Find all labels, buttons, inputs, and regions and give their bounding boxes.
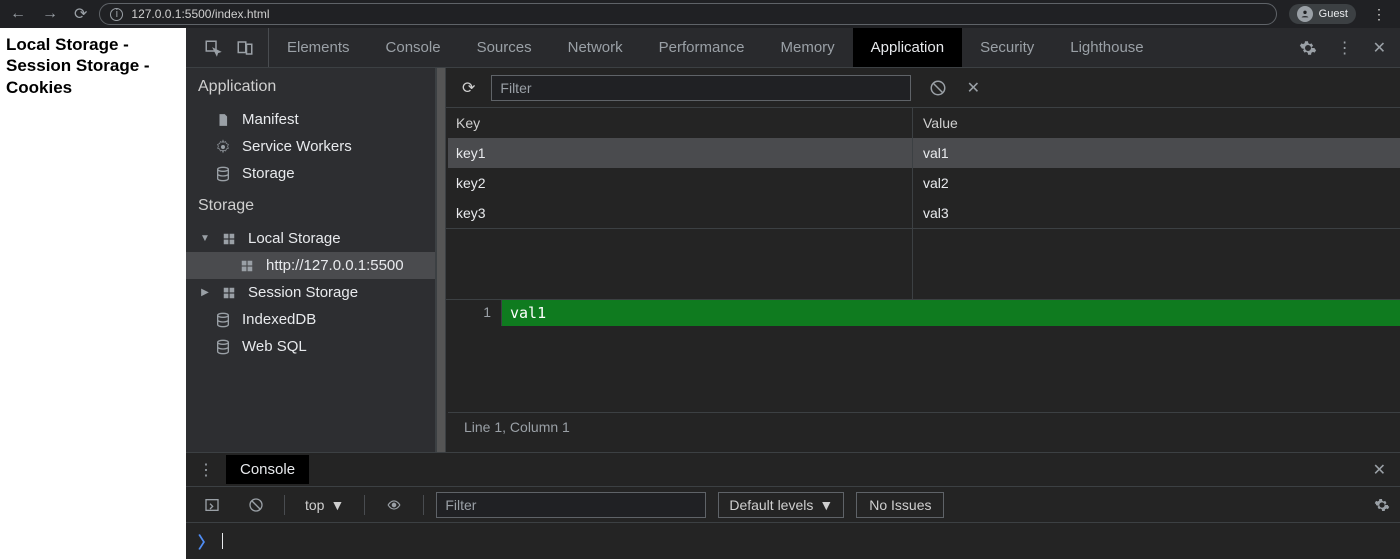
sidebar-item-storage[interactable]: Storage xyxy=(186,160,435,187)
storage-main-pane: ⟳ Filter ✕ Key Value xyxy=(436,68,1400,452)
header-key[interactable]: Key xyxy=(448,108,913,138)
table-header: Key Value xyxy=(448,108,1400,138)
editor-status: Line 1, Column 1 xyxy=(448,412,1400,441)
sidebar-item-manifest[interactable]: Manifest xyxy=(186,106,435,133)
issues-button[interactable]: No Issues xyxy=(856,492,944,518)
tab-application[interactable]: Application xyxy=(853,28,962,67)
database-icon xyxy=(214,312,232,328)
browser-toolbar: ← → ⟳ i 127.0.0.1:5500/index.html Guest … xyxy=(0,0,1400,28)
sidebar-section-storage: Storage xyxy=(186,187,435,225)
table-row[interactable]: key3 val3 xyxy=(448,198,1400,228)
address-bar[interactable]: i 127.0.0.1:5500/index.html xyxy=(99,3,1276,25)
sidebar-section-application: Application xyxy=(186,68,435,106)
log-levels-selector[interactable]: Default levels ▼ xyxy=(718,492,844,518)
prompt-icon: 〉 xyxy=(198,529,214,553)
grid-icon xyxy=(220,286,238,300)
sidebar-item-local-storage[interactable]: ▼ Local Storage xyxy=(186,225,435,252)
sidebar-item-service-workers[interactable]: Service Workers xyxy=(186,133,435,160)
forward-icon[interactable]: → xyxy=(42,5,58,23)
devtools-tabstrip: Elements Console Sources Network Perform… xyxy=(186,28,1400,68)
gear-icon[interactable] xyxy=(1374,497,1390,513)
tab-network[interactable]: Network xyxy=(550,28,641,67)
context-selector[interactable]: top ▼ xyxy=(297,493,352,517)
chevron-down-icon: ▼ xyxy=(200,233,210,244)
tab-console[interactable]: Console xyxy=(368,28,459,67)
value-preview: 1 val1 xyxy=(436,299,1400,326)
console-input[interactable]: 〉 xyxy=(186,523,1400,559)
profile-label: Guest xyxy=(1319,8,1348,20)
live-expression-icon[interactable] xyxy=(377,494,411,516)
cell-key[interactable]: key1 xyxy=(448,138,913,168)
kebab-icon[interactable]: ⋮ xyxy=(1337,38,1353,58)
console-drawer: ⋮ Console ✕ top ▼ Filter Default levels … xyxy=(186,452,1400,559)
text-cursor xyxy=(222,533,223,549)
tab-sources[interactable]: Sources xyxy=(459,28,550,67)
document-icon xyxy=(214,112,232,128)
grid-icon xyxy=(238,259,256,273)
database-icon xyxy=(214,339,232,355)
sidebar-item-indexeddb[interactable]: IndexedDB xyxy=(186,306,435,333)
kebab-icon[interactable]: ⋮ xyxy=(186,460,226,480)
page-heading: Cookies xyxy=(6,77,180,98)
preview-editor-area[interactable] xyxy=(448,326,1400,412)
cell-key[interactable]: key2 xyxy=(448,168,913,198)
profile-chip[interactable]: Guest xyxy=(1289,4,1356,24)
tab-security[interactable]: Security xyxy=(962,28,1052,67)
gutter-line-number: 1 xyxy=(448,300,502,326)
table-row[interactable]: key1 val1 xyxy=(448,138,1400,168)
grid-icon xyxy=(220,232,238,246)
clear-console-icon[interactable] xyxy=(240,493,272,517)
gear-icon[interactable] xyxy=(1299,39,1317,57)
table-row[interactable]: key2 val2 xyxy=(448,168,1400,198)
header-value[interactable]: Value xyxy=(913,115,1400,131)
refresh-icon[interactable]: ⟳ xyxy=(456,78,481,98)
devtools-panel: Elements Console Sources Network Perform… xyxy=(186,28,1400,559)
cell-value[interactable]: val1 xyxy=(913,145,1400,161)
reload-icon[interactable]: ⟳ xyxy=(74,4,87,24)
avatar-icon xyxy=(1297,6,1313,22)
page-heading: Local Storage - xyxy=(6,34,180,55)
kebab-icon[interactable]: ⋮ xyxy=(1368,6,1390,23)
show-console-sidebar-icon[interactable] xyxy=(196,493,228,517)
close-icon[interactable]: ✕ xyxy=(1373,38,1386,58)
page-content: Local Storage - Session Storage - Cookie… xyxy=(0,28,186,559)
storage-filter-input[interactable]: Filter xyxy=(491,75,911,101)
tab-lighthouse[interactable]: Lighthouse xyxy=(1052,28,1161,67)
tab-elements[interactable]: Elements xyxy=(269,28,368,67)
tab-memory[interactable]: Memory xyxy=(763,28,853,67)
console-filter-input[interactable]: Filter xyxy=(436,492,706,518)
sidebar-item-session-storage[interactable]: ▶ Session Storage xyxy=(186,279,435,306)
database-icon xyxy=(214,166,232,182)
device-toolbar-icon[interactable] xyxy=(236,39,254,57)
sidebar-item-websql[interactable]: Web SQL xyxy=(186,333,435,360)
clear-all-icon[interactable] xyxy=(929,79,947,97)
storage-table: Key Value key1 val1 key2 val2 key3 xyxy=(436,108,1400,229)
inspect-element-icon[interactable] xyxy=(204,39,222,57)
application-sidebar: Application Manifest Service Workers Sto… xyxy=(186,68,436,452)
chevron-right-icon: ▶ xyxy=(200,287,210,298)
preview-value[interactable]: val1 xyxy=(502,300,1400,326)
delete-icon[interactable]: ✕ xyxy=(967,78,980,98)
page-heading: Session Storage - xyxy=(6,55,180,76)
site-info-icon[interactable]: i xyxy=(110,8,123,21)
storage-toolbar: ⟳ Filter ✕ xyxy=(436,68,1400,108)
close-icon[interactable]: ✕ xyxy=(1359,460,1400,480)
sidebar-item-local-storage-origin[interactable]: http://127.0.0.1:5500 xyxy=(186,252,435,279)
back-icon[interactable]: ← xyxy=(10,5,26,23)
cell-value[interactable]: val2 xyxy=(913,175,1400,191)
cell-value[interactable]: val3 xyxy=(913,205,1400,221)
tab-performance[interactable]: Performance xyxy=(641,28,763,67)
gear-icon xyxy=(214,139,232,155)
drawer-tab-console[interactable]: Console xyxy=(226,455,309,484)
cell-key[interactable]: key3 xyxy=(448,198,913,228)
address-text: 127.0.0.1:5500/index.html xyxy=(131,7,269,21)
table-empty-area xyxy=(436,229,1400,299)
